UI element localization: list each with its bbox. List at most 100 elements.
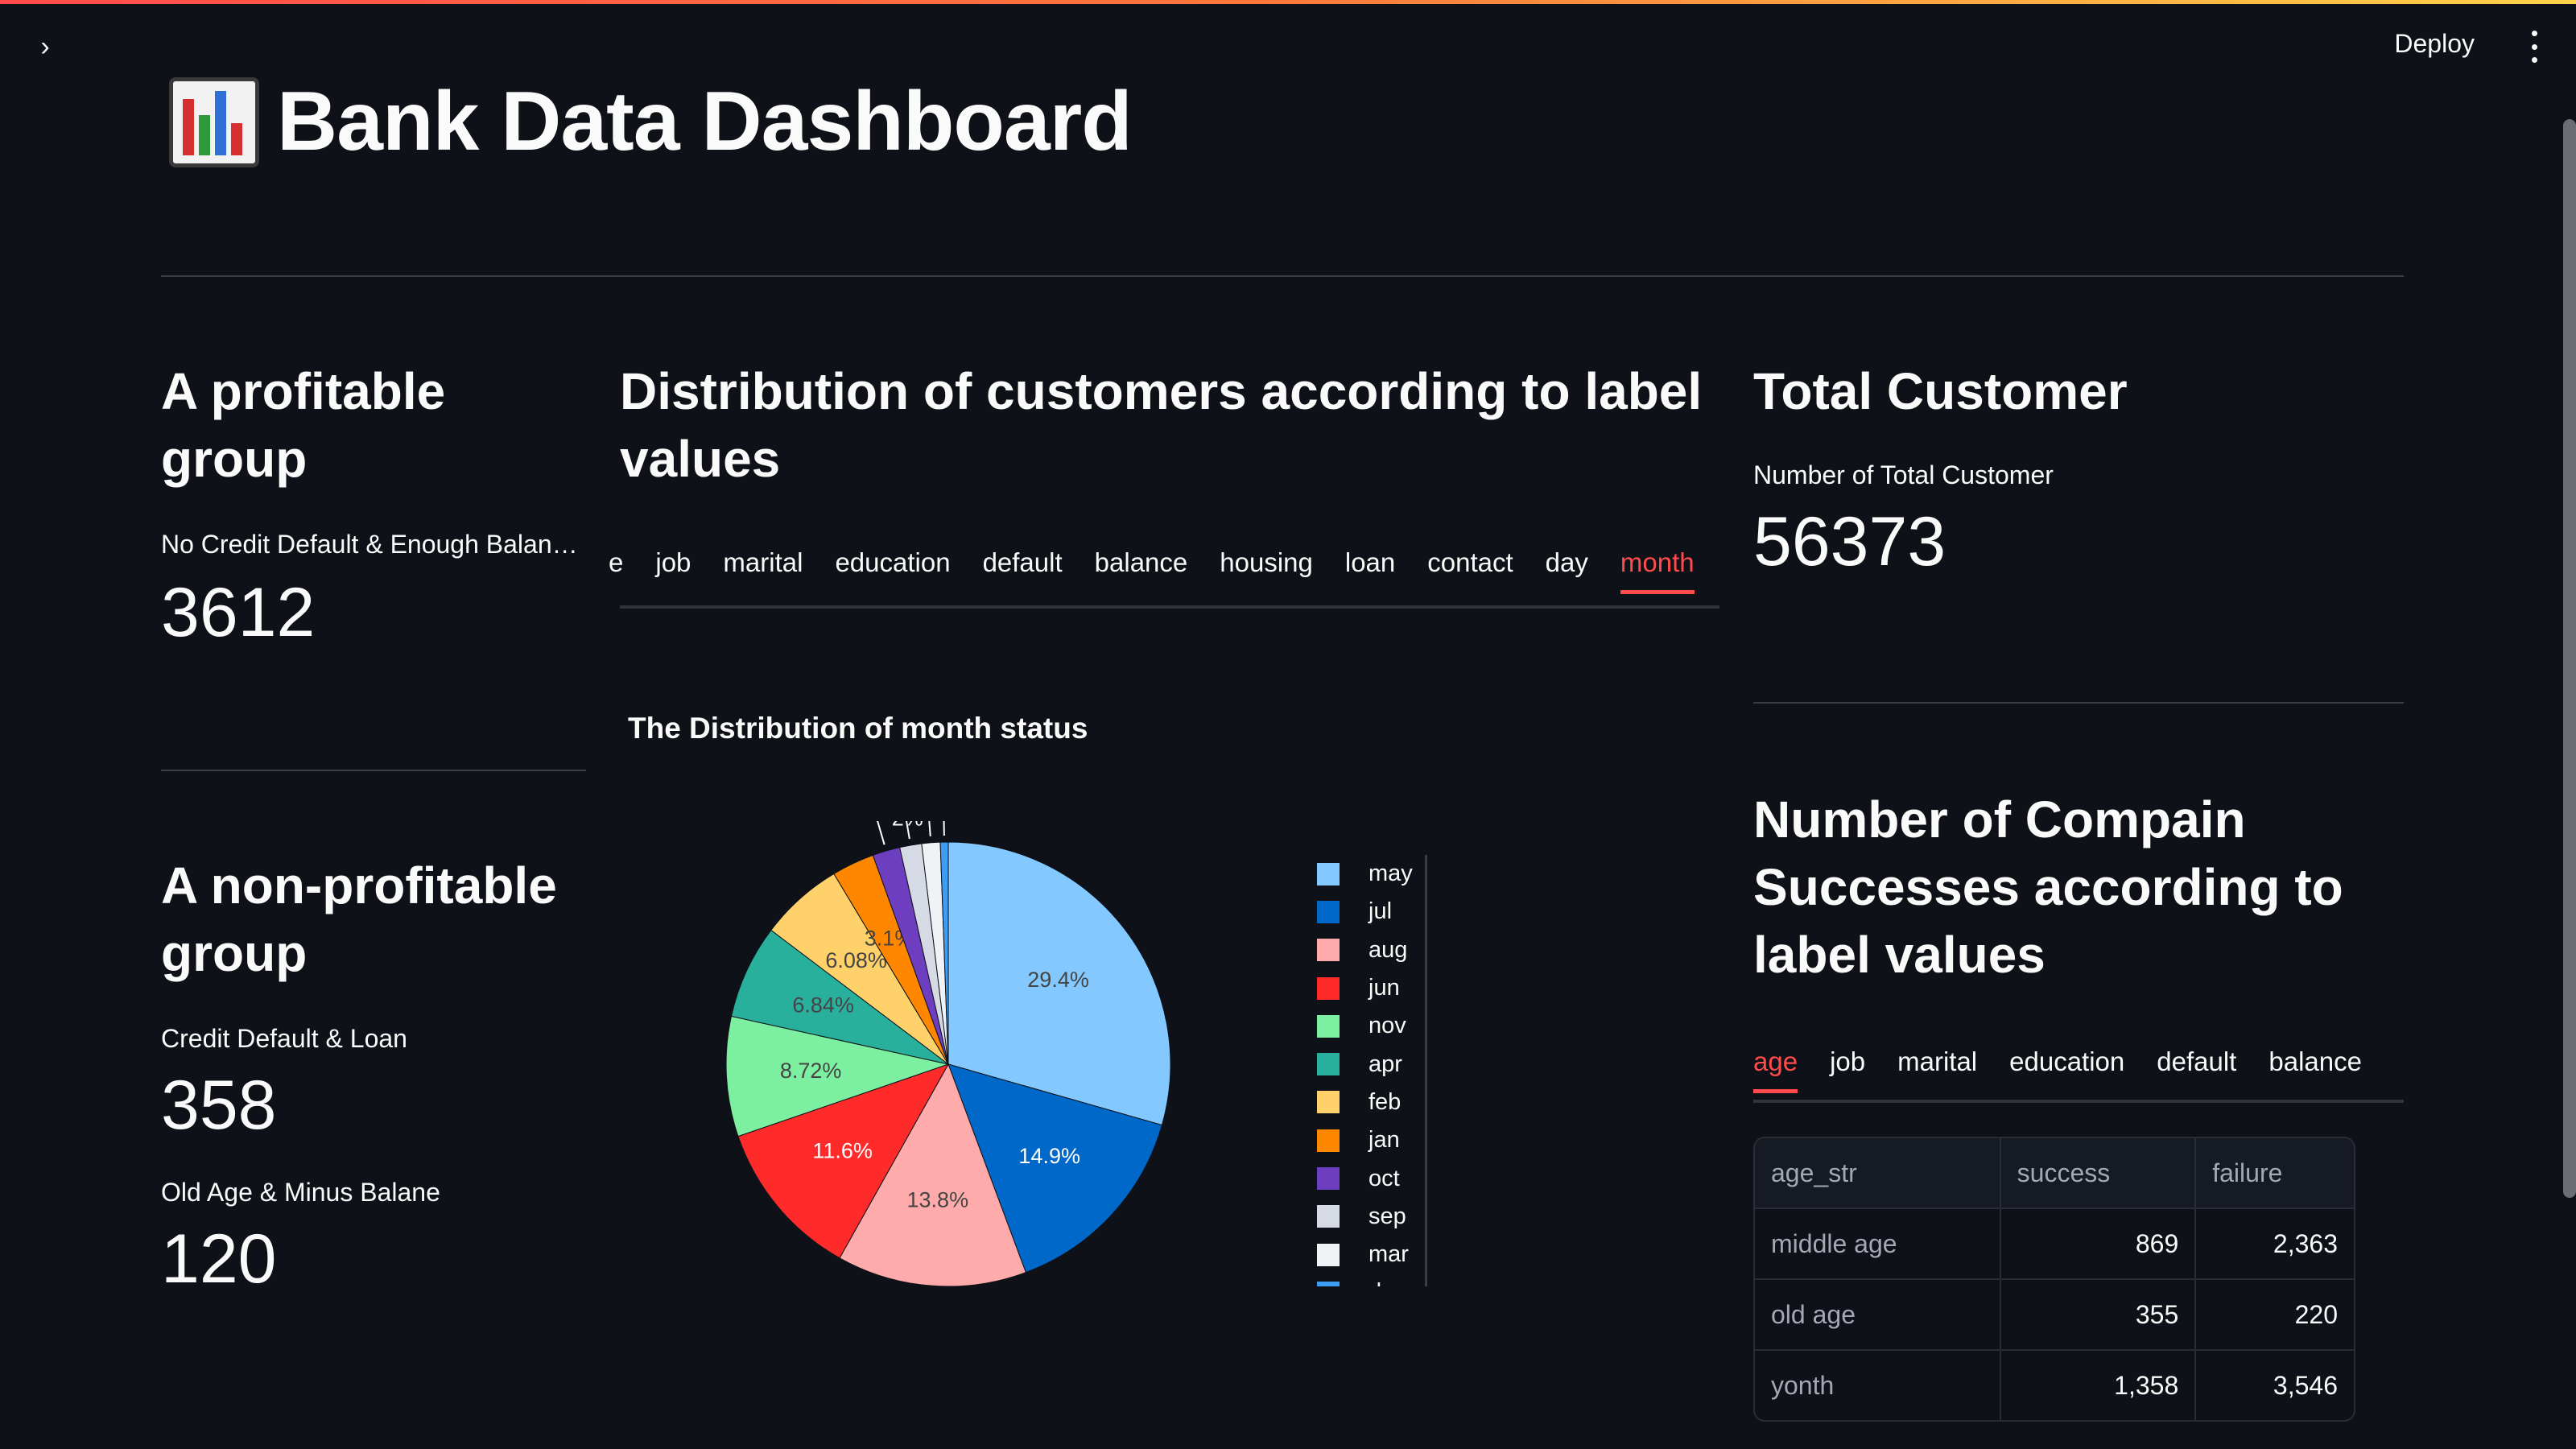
page-title-container: Bank Data Dashboard: [169, 74, 1133, 170]
tab-job[interactable]: job: [655, 547, 691, 594]
bar-chart-icon: [169, 76, 259, 167]
chart-legend: may jul aug jun nov apr feb jan oct sep mar dec: [1317, 855, 1427, 1286]
legend-label: oct: [1368, 1165, 1400, 1191]
legend-swatch: [1317, 1091, 1340, 1114]
divider: [1753, 702, 2404, 704]
table-row: yonth 1,358 3,546: [1755, 1351, 2354, 1420]
legend-item[interactable]: aug: [1317, 931, 1425, 969]
tab-housing[interactable]: housing: [1220, 547, 1313, 594]
tab-contact[interactable]: contact: [1427, 547, 1513, 594]
metric-label: No Credit Default & Enough Balan…: [161, 530, 578, 559]
distribution-heading: Distribution of customers according to l…: [620, 362, 1703, 488]
legend-label: dec: [1368, 1279, 1406, 1286]
legend-swatch: [1317, 1205, 1340, 1228]
metric-label: Number of Total Customer: [1753, 460, 2054, 489]
legend-label: jan: [1368, 1127, 1400, 1154]
legend-label: apr: [1368, 1051, 1402, 1077]
table-header-row: age_str success failure: [1755, 1138, 2354, 1209]
chart-title: The Distribution of month status: [628, 712, 1088, 745]
table-cell[interactable]: 355: [2000, 1280, 2197, 1351]
tab-month[interactable]: month: [1620, 547, 1695, 594]
legend-swatch: [1317, 1167, 1340, 1191]
legend-item[interactable]: dec: [1317, 1274, 1425, 1286]
divider: [161, 770, 586, 771]
tab-age[interactable]: age: [1753, 1046, 1798, 1093]
tab-marital[interactable]: marital: [723, 547, 803, 594]
tab-education[interactable]: education: [835, 547, 950, 594]
nonprofitable-heading: A non-profitable group: [161, 857, 557, 982]
table-cell[interactable]: 869: [2000, 1209, 2197, 1280]
legend-item[interactable]: oct: [1317, 1159, 1425, 1197]
deploy-button[interactable]: Deploy: [2394, 29, 2475, 59]
tab-balance[interactable]: balance: [2268, 1046, 2362, 1093]
more-vertical-icon[interactable]: [2526, 31, 2542, 63]
profitable-heading: A profitable group: [161, 362, 446, 488]
top-accent-bar: [0, 0, 2576, 4]
legend-swatch: [1317, 1129, 1340, 1152]
total-heading: Total Customer: [1753, 362, 2128, 420]
table-cell[interactable]: yonth: [1755, 1351, 2001, 1420]
chevron-right-icon[interactable]: ›: [29, 31, 61, 63]
table-cell[interactable]: 1,358: [2001, 1351, 2197, 1420]
campaign-tabs: age job marital education default balanc…: [1753, 1046, 2404, 1093]
tab-loan[interactable]: loan: [1345, 547, 1395, 594]
distribution-section: Distribution of customers according to l…: [620, 357, 1719, 493]
legend-label: may: [1368, 861, 1413, 887]
table-cell[interactable]: 220: [2196, 1280, 2354, 1351]
nonprofitable-section: A non-profitable group Credit Default & …: [161, 852, 586, 1299]
legend-item[interactable]: apr: [1317, 1045, 1425, 1083]
legend-item[interactable]: sep: [1317, 1198, 1425, 1236]
table-cell[interactable]: middle age: [1755, 1209, 2001, 1280]
tab-day[interactable]: day: [1546, 547, 1588, 594]
data-label: 8.72%: [780, 1059, 842, 1083]
legend-label: jun: [1368, 975, 1400, 1001]
legend-label: nov: [1368, 1013, 1406, 1039]
legend-label: feb: [1368, 1088, 1402, 1115]
data-label: 6.08%: [825, 948, 887, 972]
legend-swatch: [1317, 1281, 1340, 1286]
tab-age[interactable]: e: [609, 547, 623, 594]
pie-chart: 29.4%14.9%13.8%11.6%8.72%6.84%6.08%3.1%2…: [725, 821, 1171, 1287]
column-header[interactable]: success: [2000, 1138, 2197, 1209]
distribution-tabs: e job marital education default balance …: [609, 547, 1719, 594]
data-label: 29.4%: [1027, 968, 1089, 992]
metric-value: 56373: [1753, 503, 1946, 580]
legend-label: aug: [1368, 936, 1408, 963]
legend-item[interactable]: feb: [1317, 1084, 1425, 1121]
tab-balance[interactable]: balance: [1095, 547, 1188, 594]
profitable-section: A profitable group No Credit Default & E…: [161, 357, 586, 653]
legend-item[interactable]: jul: [1317, 893, 1425, 931]
metric-value: 3612: [161, 574, 316, 651]
legend-item[interactable]: mar: [1317, 1236, 1425, 1274]
metric-label: Credit Default & Loan: [161, 1024, 407, 1053]
table-row: middle age 869 2,363: [1755, 1209, 2354, 1280]
data-label: 11.6%: [812, 1139, 873, 1163]
legend-item[interactable]: may: [1317, 855, 1425, 893]
legend-label: jul: [1368, 898, 1393, 925]
tab-marital[interactable]: marital: [1897, 1046, 1977, 1093]
table-cell[interactable]: old age: [1755, 1280, 2001, 1351]
legend-label: sep: [1368, 1203, 1406, 1229]
table-row: old age 355 220: [1755, 1280, 2354, 1351]
legend-swatch: [1317, 939, 1340, 962]
legend-swatch: [1317, 900, 1340, 923]
table-cell[interactable]: 2,363: [2196, 1209, 2354, 1280]
legend-label: mar: [1368, 1241, 1409, 1268]
table-cell[interactable]: 3,546: [2196, 1351, 2354, 1420]
metric-value: 120: [161, 1220, 277, 1298]
legend-swatch: [1317, 1243, 1340, 1266]
legend-item[interactable]: jun: [1317, 969, 1425, 1007]
column-header[interactable]: failure: [2196, 1138, 2354, 1209]
tab-default[interactable]: default: [983, 547, 1063, 594]
legend-item[interactable]: jan: [1317, 1121, 1425, 1159]
column-header[interactable]: age_str: [1755, 1138, 2001, 1209]
leader-line: [877, 821, 886, 845]
legend-item[interactable]: nov: [1317, 1007, 1425, 1045]
total-section: Total Customer Number of Total Customer …: [1753, 357, 2404, 582]
tab-default[interactable]: default: [2157, 1046, 2236, 1093]
scrollbar[interactable]: [2563, 119, 2576, 1198]
page-title: Bank Data Dashboard: [277, 75, 1133, 168]
tab-job[interactable]: job: [1830, 1046, 1865, 1093]
campaign-heading: Number of Compain Successes according to…: [1753, 791, 2343, 984]
tab-education[interactable]: education: [2009, 1046, 2124, 1093]
